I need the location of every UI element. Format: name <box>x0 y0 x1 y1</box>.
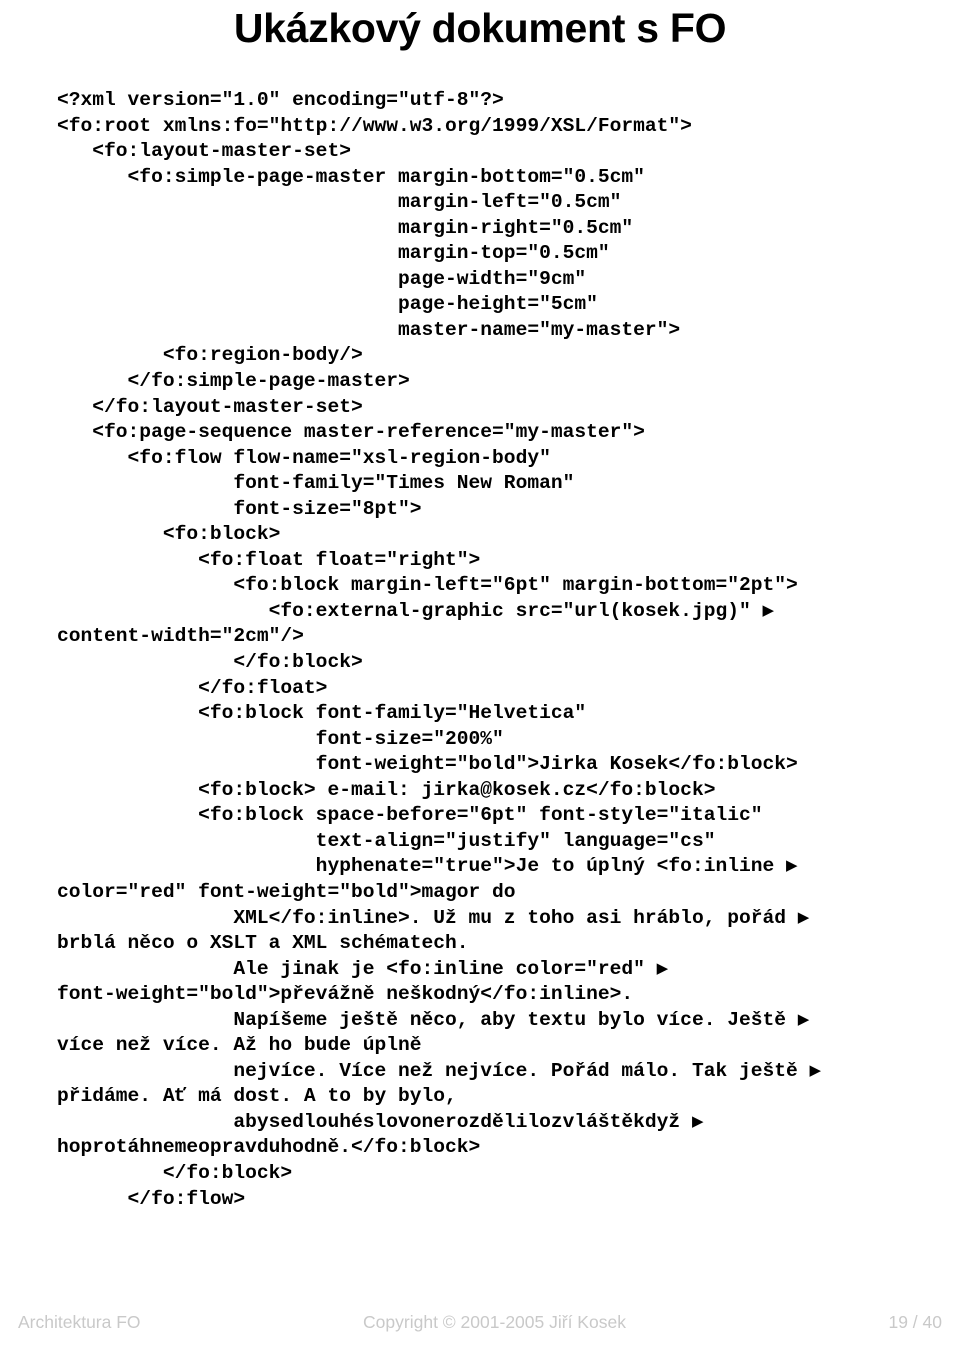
code-line: <fo:layout-master-set> <box>57 140 351 163</box>
code-line: <fo:block margin-left="6pt" margin-botto… <box>57 574 798 597</box>
code-line: abysedlouhéslovonerozdělilozvláštěkdyž ▶ <box>57 1110 704 1133</box>
code-line: text-align="justify" language="cs" <box>57 829 716 852</box>
code-line: font-size="8pt"> <box>57 497 422 520</box>
code-line: font-size="200%" <box>57 727 504 750</box>
code-line: hoprotáhnemeopravduhodně.</fo:block> <box>57 1136 481 1159</box>
code-line: hyphenate="true">Je to úplný <fo:inline … <box>57 855 798 878</box>
code-line: XML</fo:inline>. Už mu z toho asi hráblo… <box>57 906 810 929</box>
code-line: <fo:block font-family="Helvetica" <box>57 702 587 725</box>
code-line: </fo:block> <box>57 651 363 674</box>
code-line: <fo:block> e-mail: jirka@kosek.cz</fo:bl… <box>57 778 716 801</box>
code-line: Napíšeme ještě něco, aby textu bylo více… <box>57 1008 810 1031</box>
code-line: </fo:float> <box>57 676 328 699</box>
code-line: </fo:simple-page-master> <box>57 370 410 393</box>
code-line: <fo:page-sequence master-reference="my-m… <box>57 421 645 444</box>
code-line: page-width="9cm" <box>57 267 587 290</box>
line-wrap-marker-icon: ▶ <box>762 600 775 619</box>
code-line: color="red" font-weight="bold">magor do <box>57 880 516 903</box>
line-wrap-marker-icon: ▶ <box>797 907 810 926</box>
code-line: <fo:block> <box>57 523 281 546</box>
code-line: <fo:flow flow-name="xsl-region-body" <box>57 446 551 469</box>
code-line: </fo:flow> <box>57 1187 246 1210</box>
code-line: margin-right="0.5cm" <box>57 216 634 239</box>
code-line: <fo:region-body/> <box>57 344 363 367</box>
line-wrap-marker-icon: ▶ <box>809 1060 822 1079</box>
code-line: margin-top="0.5cm" <box>57 242 610 265</box>
code-line: font-weight="bold">převážně neškodný</fo… <box>57 983 634 1006</box>
footer-copyright: Copyright © 2001-2005 Jiří Kosek <box>363 1311 626 1332</box>
line-wrap-marker-icon: ▶ <box>786 856 798 875</box>
code-line: <fo:float float="right"> <box>57 548 481 571</box>
slide-footer: Architektura FO Copyright © 2001-2005 Ji… <box>0 1299 960 1345</box>
code-line: nejvíce. Více než nejvíce. Pořád málo. T… <box>57 1059 822 1082</box>
page-title: Ukázkový dokument s FO <box>233 5 727 51</box>
code-listing: <?xml version="1.0" encoding="utf-8"?> <f… <box>57 88 960 1212</box>
code-line: font-family="Times New Roman" <box>57 472 575 495</box>
line-wrap-marker-icon: ▶ <box>691 1111 704 1130</box>
code-line: více než více. Až ho bude úplně <box>57 1034 422 1057</box>
code-line: <?xml version="1.0" encoding="utf-8"?> <box>57 89 504 111</box>
code-line: margin-left="0.5cm" <box>57 191 622 214</box>
footer-page-number: 19 / 40 <box>888 1311 942 1332</box>
code-line: <fo:root xmlns:fo="http://www.w3.org/199… <box>57 114 692 137</box>
code-line: content-width="2cm"/> <box>57 625 304 648</box>
code-line: <fo:simple-page-master margin-bottom="0.… <box>57 165 645 188</box>
code-line: <fo:external-graphic src="url(kosek.jpg)… <box>57 599 775 622</box>
code-line: </fo:layout-master-set> <box>57 395 363 418</box>
line-wrap-marker-icon: ▶ <box>797 1009 810 1028</box>
code-line: brblá něco o XSLT a XML schématech. <box>57 932 469 955</box>
code-line: <fo:block space-before="6pt" font-style=… <box>57 804 763 827</box>
code-line: přidáme. Ať má dost. A to by bylo, <box>57 1085 457 1108</box>
code-line: </fo:block> <box>57 1161 293 1184</box>
code-line: master-name="my-master"> <box>57 318 681 341</box>
code-line: Ale jinak je <fo:inline color="red" ▶ <box>57 957 669 980</box>
code-line: font-weight="bold">Jirka Kosek</fo:block… <box>57 753 798 776</box>
code-line: page-height="5cm" <box>57 293 598 316</box>
line-wrap-marker-icon: ▶ <box>656 958 669 977</box>
